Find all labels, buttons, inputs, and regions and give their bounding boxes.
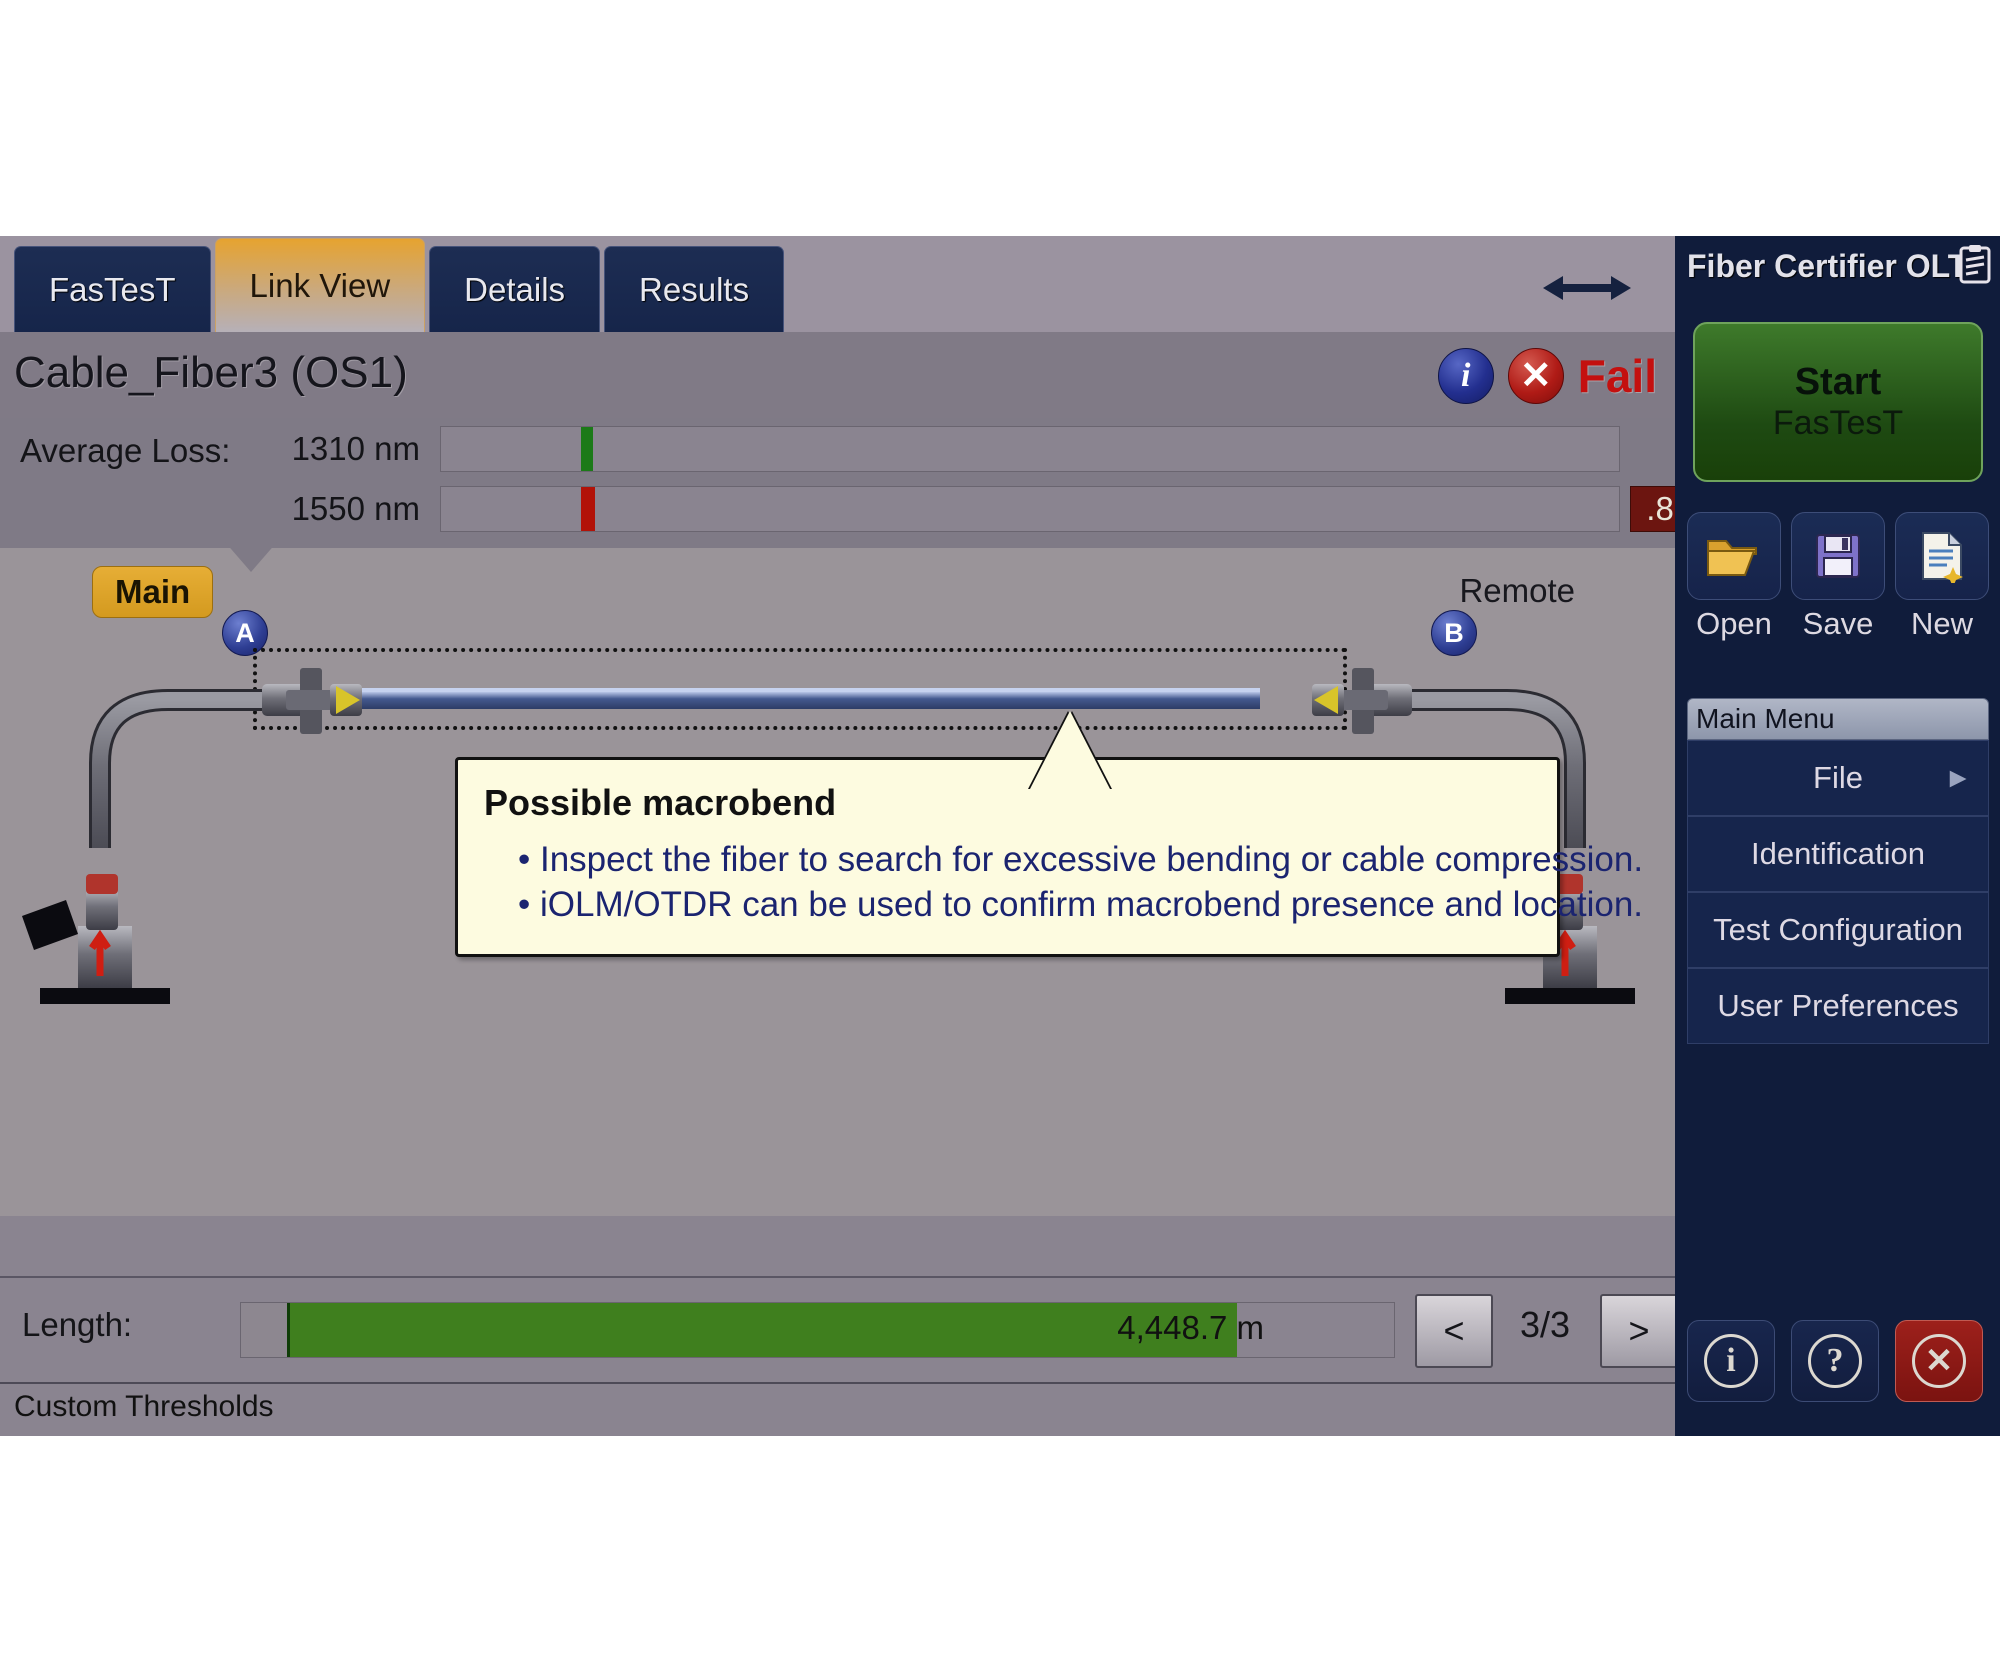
- start-button-line1: Start: [1794, 361, 1882, 403]
- length-bar: Length: 4,448.7 m < 3/3 >: [0, 1276, 1678, 1382]
- length-label: Length:: [22, 1306, 133, 1343]
- save-button[interactable]: Save: [1791, 512, 1885, 642]
- tooltip-title: Possible macrobend: [484, 782, 837, 823]
- open-button[interactable]: Open: [1687, 512, 1781, 642]
- status-bar: Custom Thresholds: [0, 1382, 1675, 1436]
- tab-results[interactable]: Results: [604, 246, 785, 332]
- tab-fastest[interactable]: FasTesT: [14, 246, 211, 332]
- tab-label: FasTesT: [49, 270, 176, 308]
- loss-gauge-1550: [440, 486, 1620, 532]
- sidebar-item-file[interactable]: File ►: [1687, 740, 1989, 816]
- main-menu-header: Main Menu: [1687, 698, 1989, 740]
- sidebar-bottom-buttons: i ? ✕: [1687, 1320, 1983, 1402]
- sidebar-item-label: Test Configuration: [1713, 912, 1963, 947]
- loss-marker: [581, 487, 595, 531]
- loss-gauge-1310: [440, 426, 1620, 472]
- tab-label: Link View: [249, 266, 391, 304]
- help-question-icon: ?: [1808, 1334, 1862, 1388]
- chevron-right-icon: ►: [1944, 762, 1972, 793]
- tab-label: Details: [464, 270, 566, 308]
- right-sidebar: Fiber Certifier OLTS Start FasTesT Open: [1675, 236, 2000, 1436]
- length-value: 4,448.7 m: [1117, 1309, 1264, 1346]
- content-area: Cable_Fiber3 (OS1) i ✕ Fail Average Loss…: [0, 332, 1758, 1436]
- close-x-icon: ✕: [1912, 1334, 1966, 1388]
- status-group: i ✕ Fail: [1437, 348, 1657, 404]
- status-badge: Fail: [1577, 350, 1657, 402]
- sidebar-item-label: User Preferences: [1717, 988, 1959, 1023]
- new-document-icon: [1895, 512, 1989, 600]
- sidebar-item-test-configuration[interactable]: Test Configuration: [1687, 892, 1989, 968]
- tab-details[interactable]: Details: [429, 246, 601, 332]
- title-row: Cable_Fiber3 (OS1) i ✕ Fail: [0, 332, 1675, 418]
- sidebar-item-identification[interactable]: Identification: [1687, 816, 1989, 892]
- sidebar-item-label: Identification: [1750, 836, 1926, 871]
- help-button[interactable]: ?: [1791, 1320, 1879, 1402]
- new-button-label: New: [1910, 606, 1973, 641]
- length-gauge-start: [241, 1303, 287, 1357]
- loss-marker: [581, 427, 593, 471]
- length-gauge: 4,448.7 m: [240, 1302, 1395, 1358]
- sidebar-title: Fiber Certifier OLTS: [1687, 248, 1989, 284]
- about-info-icon: i: [1704, 1334, 1758, 1388]
- tooltip-bullet: iOLM/OTDR can be used to confirm macrobe…: [518, 883, 1643, 928]
- close-button[interactable]: ✕: [1895, 1320, 1983, 1402]
- next-page-button[interactable]: >: [1600, 1294, 1678, 1368]
- tooltip-bullet: Inspect the fiber to search for excessiv…: [518, 838, 1643, 883]
- sidebar-item-label: File: [1813, 760, 1863, 795]
- tab-label: Results: [639, 270, 750, 308]
- threshold-status-text: Custom Thresholds: [14, 1390, 274, 1423]
- loss-row-1550: 1550 nm .88 dB: [240, 486, 1758, 532]
- sidebar-item-user-preferences[interactable]: User Preferences: [1687, 968, 1989, 1044]
- average-loss-label: Average Loss:: [20, 432, 231, 469]
- open-button-label: Open: [1696, 606, 1772, 641]
- wavelength-label: 1550 nm: [291, 490, 420, 527]
- prev-page-button[interactable]: <: [1415, 1294, 1493, 1368]
- file-actions-row: Open Save New: [1687, 512, 1989, 642]
- info-icon[interactable]: i: [1437, 348, 1494, 404]
- clipboard-icon: [1959, 245, 1991, 284]
- tooltip-pointer-icon: [1030, 711, 1110, 789]
- new-button[interactable]: New: [1895, 512, 1989, 642]
- save-button-label: Save: [1802, 606, 1874, 641]
- floppy-disk-icon: [1791, 512, 1885, 600]
- tab-bar: FasTesT Link View Details Results: [0, 236, 1675, 332]
- loss-row-1310: 1310 nm: [240, 426, 1758, 472]
- length-gauge-fill: [287, 1303, 1237, 1357]
- application-window: FasTesT Link View Details Results Cable_…: [0, 236, 2000, 1436]
- horizontal-resize-arrow-icon[interactable]: [1541, 272, 1633, 304]
- main-menu-header-label: Main Menu: [1696, 703, 1835, 734]
- about-info-button[interactable]: i: [1687, 1320, 1775, 1402]
- fail-x-icon: ✕: [1507, 348, 1564, 404]
- page-title: Cable_Fiber3 (OS1): [14, 348, 408, 397]
- average-loss-section: Average Loss: 1310 nm 1550 nm .88 dB: [0, 418, 1758, 548]
- start-fastest-button[interactable]: Start FasTesT: [1693, 322, 1983, 482]
- macrobend-tooltip: Possible macrobend Inspect the fiber to …: [455, 757, 1643, 957]
- tab-link-view[interactable]: Link View: [214, 238, 426, 332]
- page-indicator: 3/3: [1520, 1304, 1571, 1345]
- open-folder-icon: [1687, 512, 1781, 600]
- wavelength-label: 1310 nm: [291, 430, 420, 467]
- start-button-line2: FasTesT: [1772, 404, 1904, 442]
